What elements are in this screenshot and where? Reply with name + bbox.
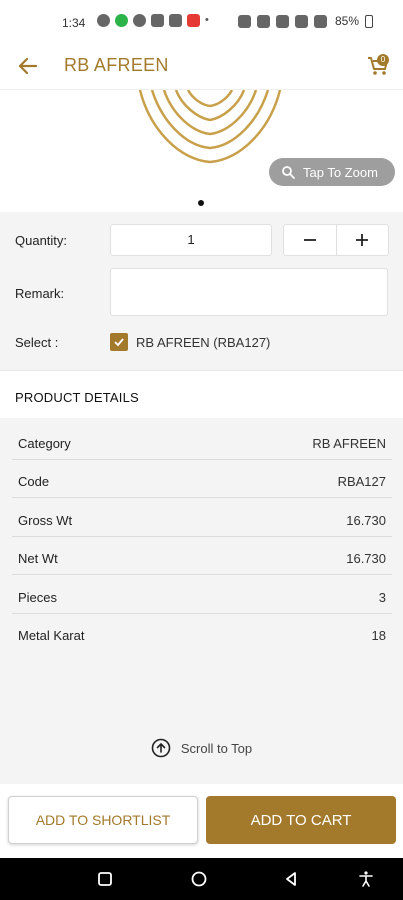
table-row: Net Wt 16.730 xyxy=(12,537,392,575)
recent-apps-icon[interactable] xyxy=(96,870,114,888)
detail-value: 18 xyxy=(371,628,386,643)
increment-button[interactable] xyxy=(335,225,389,255)
system-status-icons: 85% xyxy=(237,14,373,28)
vibrate-icon xyxy=(256,14,270,28)
decrement-button[interactable] xyxy=(284,225,336,255)
carousel-indicator xyxy=(198,200,204,206)
remark-input[interactable] xyxy=(110,268,388,316)
tap-to-zoom-label: Tap To Zoom xyxy=(303,164,378,180)
search-icon xyxy=(282,166,295,179)
bottom-action-bar: ADD TO SHORTLIST ADD TO CART xyxy=(0,784,403,858)
battery-percent: 85% xyxy=(334,14,359,28)
home-icon[interactable] xyxy=(190,870,208,888)
detail-value: RBA127 xyxy=(337,474,386,489)
select-label: Select : xyxy=(15,335,59,350)
tap-to-zoom-button[interactable]: Tap To Zoom xyxy=(269,158,395,186)
check-icon xyxy=(114,338,124,347)
product-details-table: Category RB AFREEN Code RBA127 Gross Wt … xyxy=(0,418,403,784)
quantity-input[interactable]: 1 xyxy=(110,224,272,256)
minus-icon xyxy=(303,239,316,241)
signal-icon xyxy=(313,14,327,28)
cart-count-badge: 0 xyxy=(377,54,389,66)
product-image[interactable] xyxy=(0,90,403,210)
section-title: PRODUCT DETAILS xyxy=(15,390,139,405)
back-icon[interactable] xyxy=(282,870,300,888)
page-title: RB AFREEN xyxy=(64,55,169,75)
accessibility-icon[interactable] xyxy=(357,870,375,888)
remark-label: Remark: xyxy=(15,286,65,301)
app-bar: RB AFREEN xyxy=(0,44,403,90)
quantity-label: Quantity: xyxy=(15,233,68,248)
table-row: Category RB AFREEN xyxy=(12,422,392,460)
telegram-icon xyxy=(151,14,164,27)
table-row: Code RBA127 xyxy=(12,460,392,498)
status-time: 1:34 xyxy=(62,16,86,30)
volte-icon xyxy=(294,14,308,28)
detail-label: Code xyxy=(18,474,50,489)
battery-icon xyxy=(365,14,373,28)
detail-label: Category xyxy=(18,436,71,451)
scroll-to-top-label: Scroll to Top xyxy=(180,740,253,756)
arrow-up-circle-icon xyxy=(151,738,171,758)
order-form: Quantity: 1 Remark: Select : RB AFREEN (… xyxy=(0,212,403,370)
more-notifications-icon: • xyxy=(205,14,209,26)
table-row: Gross Wt 16.730 xyxy=(12,499,392,537)
detail-value: 16.730 xyxy=(346,551,386,566)
add-to-shortlist-button[interactable]: ADD TO SHORTLIST xyxy=(8,796,198,844)
select-option-label: RB AFREEN (RBA127) xyxy=(136,335,271,350)
product-details-header: PRODUCT DETAILS xyxy=(0,370,403,418)
notification-icons: • xyxy=(97,14,209,27)
detail-label: Gross Wt xyxy=(18,513,73,528)
snapchat-icon xyxy=(97,14,110,27)
select-checkbox[interactable] xyxy=(110,333,128,351)
add-to-cart-button[interactable]: ADD TO CART xyxy=(206,796,396,844)
scroll-to-top-button[interactable]: Scroll to Top xyxy=(0,736,403,760)
table-row: Metal Karat 18 xyxy=(12,614,392,652)
detail-label: Metal Karat xyxy=(18,628,85,643)
whatsapp-icon xyxy=(115,14,128,27)
nfc-icon xyxy=(237,14,251,28)
back-arrow-icon[interactable] xyxy=(14,52,42,80)
table-row: Pieces 3 xyxy=(12,576,392,614)
system-nav-bar xyxy=(0,858,403,900)
detail-label: Net Wt xyxy=(18,551,58,566)
detail-value: RB AFREEN xyxy=(312,436,386,451)
plus-icon xyxy=(356,234,369,246)
quantity-stepper xyxy=(283,224,389,256)
detail-label: Pieces xyxy=(18,590,58,605)
gmail-icon xyxy=(169,14,182,27)
vi-app-icon xyxy=(187,14,200,27)
bluetooth-icon xyxy=(275,14,289,28)
necklace-image xyxy=(138,90,282,164)
detail-value: 3 xyxy=(378,590,386,605)
status-bar: 1:34 • 85% xyxy=(0,0,403,44)
detail-value: 16.730 xyxy=(346,513,386,528)
messenger-icon xyxy=(133,14,146,27)
